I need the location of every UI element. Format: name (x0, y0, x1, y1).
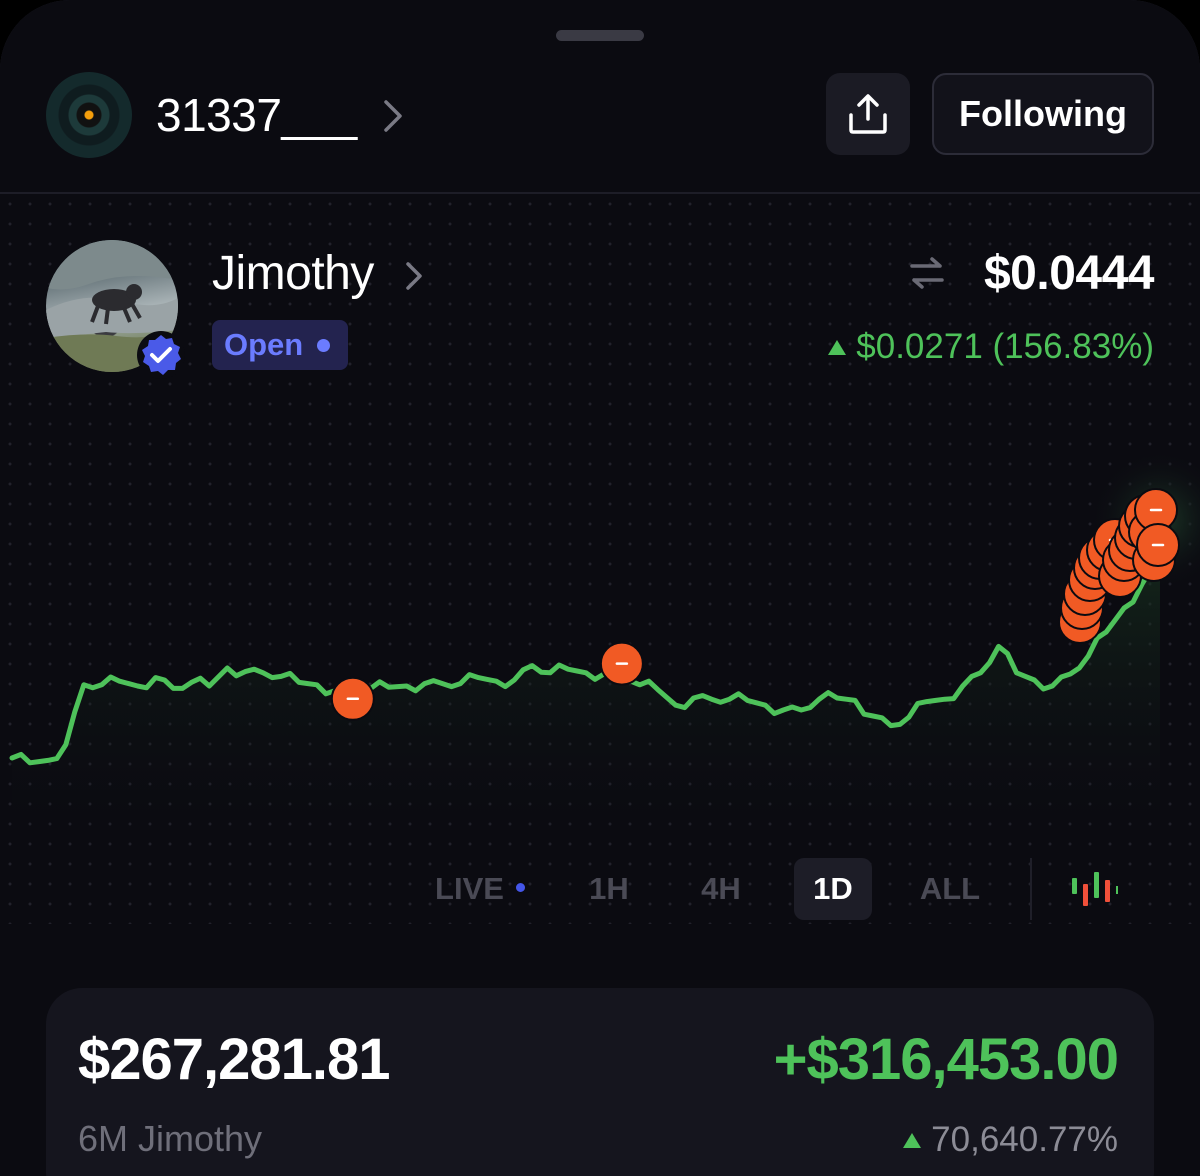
share-icon (849, 94, 887, 134)
position-pnl-percent: 70,640.77% (903, 1120, 1118, 1160)
price-change: $0.0271 (156.83%) (828, 327, 1154, 367)
tab-4h[interactable]: 4H (682, 858, 760, 920)
wallet-name[interactable]: 31337___ (156, 88, 357, 142)
status-badge: Open (212, 320, 348, 370)
share-button[interactable] (826, 73, 910, 155)
token-screen: 31337___ Following Jimothy Open $0.0444 … (0, 0, 1200, 1176)
live-dot (515, 883, 525, 893)
candlestick-icon[interactable] (1070, 866, 1118, 914)
up-triangle-icon (903, 1132, 922, 1148)
tab-all[interactable]: ALL (900, 858, 1000, 920)
status-label: Open (224, 327, 304, 362)
swap-arrows-icon[interactable] (906, 252, 948, 294)
tab-live-label: LIVE (435, 871, 504, 906)
divider (1030, 858, 1032, 920)
chevron-right-icon[interactable] (402, 258, 426, 294)
tab-1h[interactable]: 1H (570, 858, 648, 920)
position-pnl: +$316,453.00 (773, 1027, 1119, 1092)
sell-marker[interactable] (599, 641, 644, 686)
sell-marker[interactable] (330, 676, 375, 721)
position-card[interactable]: $267,281.81 6M Jimothy +$316,453.00 70,6… (46, 988, 1154, 1176)
up-triangle-icon (828, 339, 847, 355)
following-button[interactable]: Following (932, 73, 1154, 155)
status-dot (317, 338, 331, 352)
wallet-avatar[interactable] (46, 72, 132, 158)
price-change-value: $0.0271 (156.83%) (856, 327, 1154, 366)
token-name[interactable]: Jimothy (212, 246, 374, 301)
position-value: $267,281.81 (78, 1027, 391, 1092)
timeframe-selector: LIVE 1H 4H 1D ALL (400, 858, 1160, 922)
sell-marker[interactable] (1136, 523, 1180, 567)
chevron-right-icon[interactable] (380, 96, 406, 136)
position-label: 6M Jimothy (78, 1118, 263, 1159)
sheet-grabber[interactable] (556, 30, 644, 41)
price-chart[interactable] (0, 400, 1200, 840)
token-price: $0.0444 (983, 247, 1155, 300)
header-bar: 31337___ Following (0, 0, 1200, 194)
position-pnl-percent-value: 70,640.77% (931, 1120, 1118, 1159)
tab-1d[interactable]: 1D (794, 858, 872, 920)
chart-area (12, 560, 1160, 840)
verified-badge-icon (137, 331, 185, 379)
tab-live[interactable]: LIVE (410, 858, 550, 920)
